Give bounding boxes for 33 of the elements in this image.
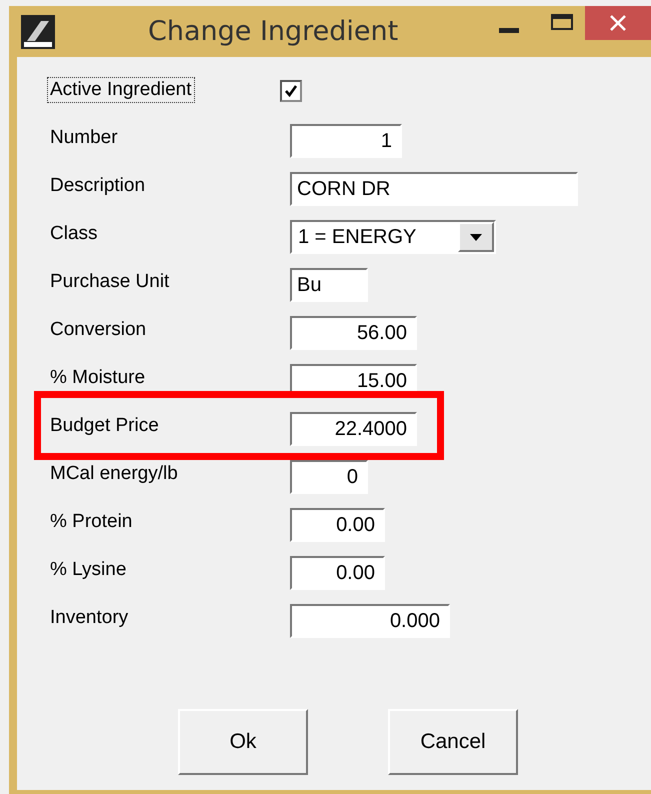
checkbox[interactable] [280, 80, 302, 102]
field-label: Budget Price [50, 415, 160, 437]
input-field[interactable]: Bu [290, 268, 368, 302]
maximize-icon[interactable] [551, 14, 573, 30]
field-label: Description [50, 175, 146, 197]
input-field[interactable]: 56.00 [290, 316, 417, 350]
input-field[interactable]: 22.4000 [290, 412, 417, 446]
input-field[interactable]: 0.00 [290, 508, 385, 542]
input-field[interactable]: 0.00 [290, 556, 385, 590]
close-button[interactable] [585, 6, 651, 40]
ok-button[interactable]: Ok [178, 709, 308, 775]
field-label: % Moisture [50, 367, 146, 389]
window-title: Change Ingredient [148, 16, 398, 47]
cancel-button[interactable]: Cancel [388, 709, 518, 775]
field-label: Purchase Unit [50, 271, 170, 293]
minimize-icon[interactable] [499, 28, 519, 34]
field-label: MCal energy/lb [50, 463, 179, 485]
dropdown-arrow-icon [470, 234, 482, 240]
field-label: Conversion [50, 319, 148, 341]
field-label: % Protein [50, 511, 134, 533]
check-icon [284, 84, 298, 98]
input-field[interactable]: 0 [290, 460, 368, 494]
input-field[interactable]: 0.000 [290, 604, 450, 638]
field-label: Number [50, 127, 119, 149]
app-icon [21, 14, 55, 48]
field-label: Class [50, 223, 99, 245]
field-label: % Lysine [50, 559, 128, 581]
input-field[interactable]: 1 [290, 124, 402, 158]
class-dropdown[interactable]: 1 = ENERGY [290, 220, 496, 254]
input-field[interactable]: CORN DR [290, 172, 578, 206]
close-icon [609, 14, 627, 32]
field-label: Active Ingredient [47, 77, 195, 103]
field-label: Inventory [50, 607, 130, 629]
